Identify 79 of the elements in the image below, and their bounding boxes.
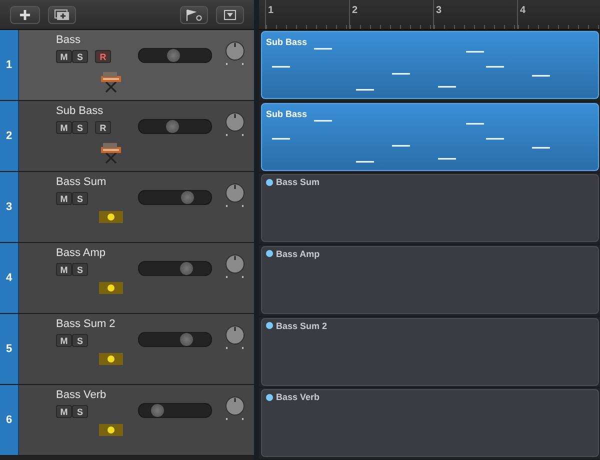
region-dot-icon xyxy=(266,394,273,401)
record-button[interactable]: R xyxy=(95,121,111,134)
audio-input-icon xyxy=(99,424,123,436)
track-header[interactable]: Sub Bass M S R xyxy=(19,101,254,171)
bar-number: 1 xyxy=(267,5,274,16)
track-header[interactable]: Bass Amp M S xyxy=(19,243,254,313)
audio-input-icon xyxy=(99,282,123,294)
mute-button[interactable]: M xyxy=(56,192,72,205)
solo-button[interactable]: S xyxy=(72,334,88,347)
track-header[interactable]: Bass Sum M S xyxy=(19,172,254,242)
plus-icon xyxy=(19,8,31,20)
track-name: Bass Sum xyxy=(56,176,108,188)
bar-number: 2 xyxy=(351,5,358,16)
dropdown-icon xyxy=(224,10,236,20)
audio-input-icon xyxy=(99,353,123,365)
region-name: Sub Bass xyxy=(265,108,308,121)
pan-knob[interactable] xyxy=(224,111,246,137)
volume-slider[interactable] xyxy=(138,261,212,276)
audio-input-icon xyxy=(99,211,123,223)
solo-button[interactable]: S xyxy=(72,263,88,276)
volume-slider[interactable] xyxy=(138,48,212,63)
audio-region[interactable]: Bass Amp xyxy=(261,246,599,314)
audio-region[interactable]: Bass Verb xyxy=(261,389,599,458)
record-button[interactable]: R xyxy=(95,50,111,63)
volume-slider[interactable] xyxy=(138,119,212,134)
solo-button[interactable]: S xyxy=(72,405,88,418)
mute-button[interactable]: M xyxy=(56,263,72,276)
volume-slider[interactable] xyxy=(138,403,212,418)
track-header[interactable]: Bass Verb M S xyxy=(19,385,254,455)
duplicate-track-button[interactable] xyxy=(48,6,76,24)
region-dot-icon xyxy=(266,250,273,258)
region-name: Sub Bass xyxy=(265,36,308,49)
track-number: 1 xyxy=(0,30,19,100)
flag-menu-button[interactable] xyxy=(180,6,208,24)
bar-number: 3 xyxy=(435,5,442,16)
track-name: Bass Verb xyxy=(56,389,108,401)
keyboard-icon xyxy=(99,69,123,93)
region-dot-icon xyxy=(266,178,273,186)
track-header[interactable]: Bass M S R xyxy=(19,30,254,100)
pan-knob[interactable] xyxy=(224,395,246,421)
flag-icon xyxy=(185,8,203,20)
volume-slider[interactable] xyxy=(138,332,212,347)
add-track-button[interactable] xyxy=(10,6,40,24)
region-name: Bass Amp xyxy=(275,248,321,261)
pan-knob[interactable] xyxy=(224,40,246,66)
mute-button[interactable]: M xyxy=(56,334,72,347)
bar-number: 4 xyxy=(519,5,526,16)
mute-button[interactable]: M xyxy=(56,405,72,418)
track-number: 2 xyxy=(0,101,19,171)
solo-button[interactable]: S xyxy=(72,192,88,205)
pan-knob[interactable] xyxy=(224,253,246,279)
region-name: Bass Sum 2 xyxy=(275,320,328,333)
track-number: 5 xyxy=(0,314,19,384)
pan-knob[interactable] xyxy=(224,324,246,350)
track-name: Sub Bass xyxy=(56,105,104,117)
midi-region[interactable]: Sub Bass xyxy=(261,102,599,171)
stacked-plus-icon xyxy=(54,8,70,20)
mute-button[interactable]: M xyxy=(56,121,72,134)
track-number: 6 xyxy=(0,385,19,455)
volume-slider[interactable] xyxy=(138,190,212,205)
midi-region[interactable]: Sub Bass xyxy=(261,30,599,99)
solo-button[interactable]: S xyxy=(72,50,88,63)
mute-button[interactable]: M xyxy=(56,50,72,63)
keyboard-icon xyxy=(99,140,123,164)
solo-button[interactable]: S xyxy=(72,121,88,134)
pan-knob[interactable] xyxy=(224,182,246,208)
audio-region[interactable]: Bass Sum 2 xyxy=(261,318,599,386)
region-name: Bass Verb xyxy=(275,391,321,404)
region-dot-icon xyxy=(266,322,273,330)
track-header[interactable]: Bass Sum 2 M S xyxy=(19,314,254,384)
track-number: 3 xyxy=(0,172,19,242)
audio-region[interactable]: Bass Sum xyxy=(261,174,599,242)
track-name: Bass Amp xyxy=(56,247,107,259)
dropdown-button[interactable] xyxy=(216,6,244,24)
track-name: Bass Sum 2 xyxy=(56,318,116,330)
track-name: Bass xyxy=(56,34,82,46)
track-number: 4 xyxy=(0,243,19,313)
region-name: Bass Sum xyxy=(275,176,321,190)
timeline-ruler[interactable]: 1 2 3 4 xyxy=(259,0,600,30)
